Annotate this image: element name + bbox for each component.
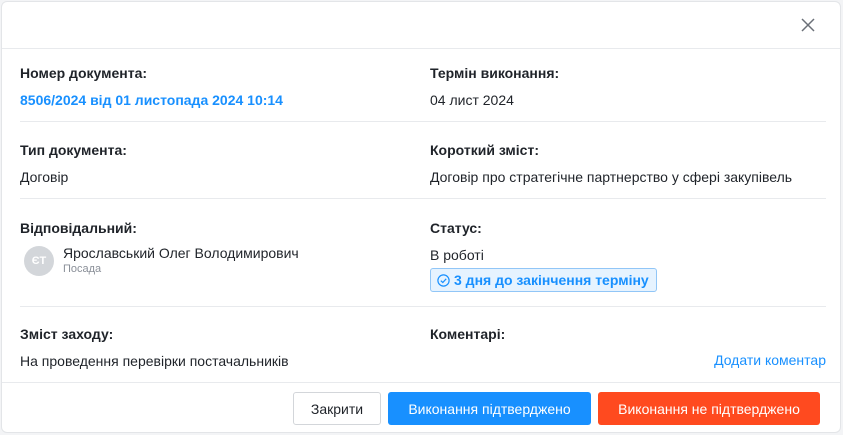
responsible-label: Відповідальний:	[20, 220, 137, 236]
close-icon[interactable]	[797, 14, 819, 36]
summary-label: Короткий зміст:	[430, 142, 539, 158]
header-divider	[2, 48, 840, 49]
responsible-person: ЄТ Ярославський Олег Володимирович Посад…	[20, 245, 299, 276]
summary-value: Договір про стратегічне партнерство у сф…	[430, 169, 793, 185]
deadline-value: 04 лист 2024	[430, 92, 514, 108]
status-label: Статус:	[430, 220, 482, 236]
deadline-badge-text: 3 дня до закінчення терміну	[454, 272, 649, 288]
deadline-badge: 3 дня до закінчення терміну	[430, 268, 657, 292]
comments-label: Коментарі:	[430, 326, 506, 342]
reject-execution-button[interactable]: Виконання не підтверджено	[598, 392, 820, 425]
doc-type-value: Договір	[20, 169, 69, 185]
divider	[20, 198, 826, 199]
document-details-modal: Номер документа: 8506/2024 від 01 листоп…	[1, 1, 841, 433]
measure-value: На проведення перевірки постачальників	[20, 353, 289, 369]
responsible-name: Ярославський Олег Володимирович	[63, 245, 299, 261]
doc-number-link[interactable]: 8506/2024 від 01 листопада 2024 10:14	[20, 91, 283, 109]
divider	[20, 306, 826, 307]
measure-label: Зміст заходу:	[20, 326, 114, 342]
check-circle-icon	[437, 273, 450, 287]
responsible-position: Посада	[63, 263, 102, 275]
doc-type-label: Тип документа:	[20, 142, 127, 158]
status-value: В роботі	[430, 247, 484, 263]
deadline-label: Термін виконання:	[430, 65, 560, 81]
divider	[20, 121, 826, 122]
avatar: ЄТ	[24, 245, 54, 276]
add-comment-link[interactable]: Додати коментар	[714, 352, 826, 368]
confirm-execution-button[interactable]: Виконання підтверджено	[388, 392, 591, 425]
doc-number-label: Номер документа:	[20, 65, 148, 81]
footer-divider	[2, 382, 840, 383]
close-button[interactable]: Закрити	[293, 392, 381, 425]
